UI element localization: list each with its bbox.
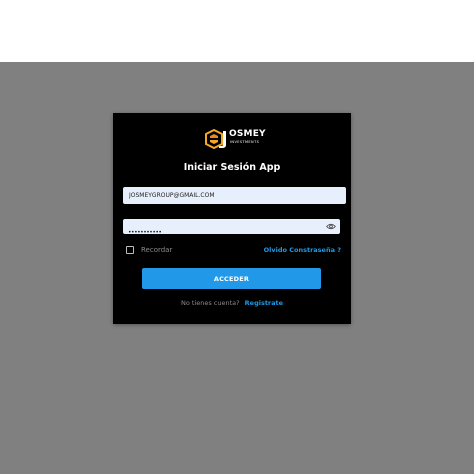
- forgot-password-link[interactable]: Olvido Constraseña ?: [264, 246, 341, 255]
- login-card: OSMEY INVESTMENTS Iniciar Sesión App •••…: [113, 113, 351, 324]
- submit-button[interactable]: ACCEDER: [142, 268, 321, 289]
- signup-row: No tienes cuenta? Registrate: [113, 299, 351, 308]
- no-account-text: No tienes cuenta?: [180, 299, 240, 307]
- page-header-area: [0, 0, 474, 62]
- login-title: Iniciar Sesión App: [183, 162, 281, 173]
- logo-subtitle-text: INVESTMENTS: [230, 140, 260, 144]
- brand-logo: OSMEY INVESTMENTS: [205, 129, 266, 149]
- remember-checkbox[interactable]: [126, 246, 134, 254]
- logo-brand-text: OSMEY: [229, 129, 266, 139]
- password-field[interactable]: •••••••••••: [123, 219, 340, 236]
- logo-mark-icon: [205, 129, 226, 149]
- remember-label: Recordar: [141, 246, 173, 254]
- email-field[interactable]: [123, 187, 346, 204]
- password-mask: •••••••••••: [128, 229, 162, 236]
- show-password-eye-icon[interactable]: [326, 222, 336, 231]
- register-link[interactable]: Registrate: [245, 299, 283, 307]
